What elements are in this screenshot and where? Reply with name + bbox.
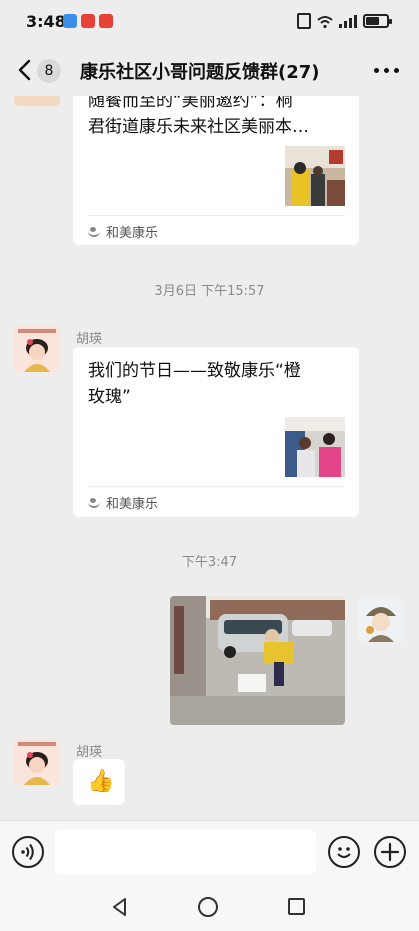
sender-name: 胡瑛 bbox=[76, 332, 103, 347]
avatar[interactable] bbox=[14, 326, 60, 372]
thumbs-up-icon: 👍 bbox=[87, 769, 115, 794]
recent-apps-icon[interactable] bbox=[288, 898, 305, 915]
sender-name: 胡瑛 bbox=[76, 745, 103, 760]
more-horizontal-icon[interactable] bbox=[374, 68, 399, 73]
status-time: 3:48 bbox=[26, 12, 66, 31]
avatar[interactable] bbox=[358, 596, 404, 642]
plus-button[interactable] bbox=[374, 836, 406, 868]
divider bbox=[88, 486, 345, 487]
message-input[interactable] bbox=[55, 830, 316, 874]
timestamp: 下午3:47 bbox=[181, 555, 238, 570]
link-card-source: 和美康乐 bbox=[88, 493, 158, 512]
link-card-thumbnail bbox=[285, 417, 345, 477]
vibrate-icon bbox=[297, 13, 311, 29]
source-logo-icon bbox=[88, 497, 100, 508]
input-bar bbox=[0, 820, 419, 882]
status-bar: 3:48 bbox=[0, 0, 419, 44]
image-message[interactable] bbox=[170, 596, 345, 725]
link-card[interactable]: 我们的节日——致敬康乐“橙 玫瑰” 和美康乐 bbox=[73, 347, 359, 517]
link-card-thumbnail bbox=[285, 146, 345, 206]
link-card-title: 随餐而至的“美丽邀约”：桐 君街道康乐未来社区美丽本… bbox=[88, 96, 309, 137]
source-logo-icon bbox=[88, 226, 100, 237]
system-navigation-bar bbox=[0, 882, 419, 931]
voice-input-button[interactable] bbox=[12, 836, 44, 868]
message-list[interactable]: 随餐而至的“美丽邀约”：桐 君街道康乐未来社区美丽本… 和美康乐 3月6日 下午… bbox=[0, 96, 419, 820]
back-triangle-icon[interactable] bbox=[110, 897, 130, 917]
avatar[interactable] bbox=[14, 96, 60, 106]
emoji-picker-button[interactable] bbox=[328, 836, 360, 868]
app-notification-icon bbox=[99, 14, 113, 28]
unread-count-badge[interactable]: 8 bbox=[37, 59, 61, 83]
chat-title: 康乐社区小哥问题反馈群(27) bbox=[80, 62, 320, 83]
signal-icon bbox=[339, 14, 357, 28]
timestamp: 3月6日 下午15:57 bbox=[154, 284, 265, 299]
wifi-icon bbox=[317, 14, 333, 29]
app-notification-icon bbox=[63, 14, 77, 28]
link-card[interactable]: 随餐而至的“美丽邀约”：桐 君街道康乐未来社区美丽本… 和美康乐 bbox=[73, 96, 359, 245]
link-card-title: 我们的节日——致敬康乐“橙 玫瑰” bbox=[88, 361, 301, 407]
home-circle-icon[interactable] bbox=[198, 897, 218, 917]
divider bbox=[88, 215, 345, 216]
emoji-message[interactable]: 👍 bbox=[73, 759, 125, 805]
avatar[interactable] bbox=[14, 739, 60, 785]
chat-header: 8 康乐社区小哥问题反馈群(27) bbox=[0, 44, 419, 96]
app-notification-icon bbox=[81, 14, 95, 28]
chevron-left-icon[interactable] bbox=[16, 59, 34, 81]
link-card-source: 和美康乐 bbox=[88, 222, 158, 241]
battery-icon bbox=[363, 14, 392, 28]
status-indicators bbox=[297, 13, 392, 29]
